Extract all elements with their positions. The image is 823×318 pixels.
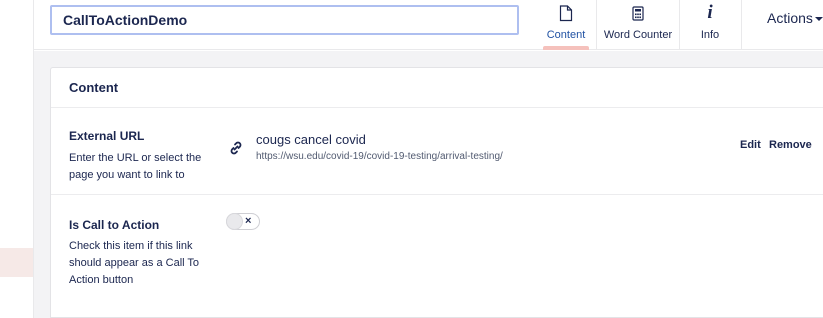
sidebar-highlight[interactable] <box>0 248 34 277</box>
toggle-off-mark: × <box>245 215 252 227</box>
info-icon: i <box>707 2 713 23</box>
calculator-icon <box>597 4 679 22</box>
actions-dropdown[interactable]: Actions <box>767 10 823 26</box>
tab-label: Content <box>546 29 586 41</box>
panel-title: Content <box>69 80 119 95</box>
toggle-knob <box>227 214 242 229</box>
link-icon <box>228 140 244 156</box>
divider <box>51 107 823 108</box>
tab-content[interactable]: Content <box>531 0 601 50</box>
document-icon <box>531 4 601 22</box>
call-to-action-toggle[interactable]: × <box>226 213 260 230</box>
divider <box>51 194 823 195</box>
tab-info[interactable]: i Info <box>680 0 740 50</box>
tab-label: Info <box>700 29 720 41</box>
content-panel: Content External URL Enter the URL or se… <box>50 67 823 318</box>
property-description: Check this item if this link should appe… <box>69 240 200 286</box>
tab-word-counter[interactable]: Word Counter <box>597 0 679 50</box>
remove-link-button[interactable]: Remove <box>769 139 812 151</box>
divider <box>741 0 742 50</box>
content-name-input[interactable] <box>50 5 519 35</box>
editor-header: Content Word Counter i Info Actions <box>34 0 823 50</box>
active-tab-indicator <box>543 46 589 50</box>
left-sidebar <box>0 0 34 318</box>
link-title[interactable]: cougs cancel covid <box>256 132 366 147</box>
property-label-call-to-action: Is Call to Action <box>69 218 160 232</box>
tab-label: Word Counter <box>603 29 673 41</box>
link-url: https://wsu.edu/covid-19/covid-19-testin… <box>256 151 503 162</box>
caret-down-icon <box>814 17 823 22</box>
edit-link-button[interactable]: Edit <box>740 139 761 151</box>
property-label-external-url: External URL <box>69 129 145 143</box>
actions-label: Actions <box>767 10 813 26</box>
property-description: Enter the URL or select the page you wan… <box>69 152 202 181</box>
